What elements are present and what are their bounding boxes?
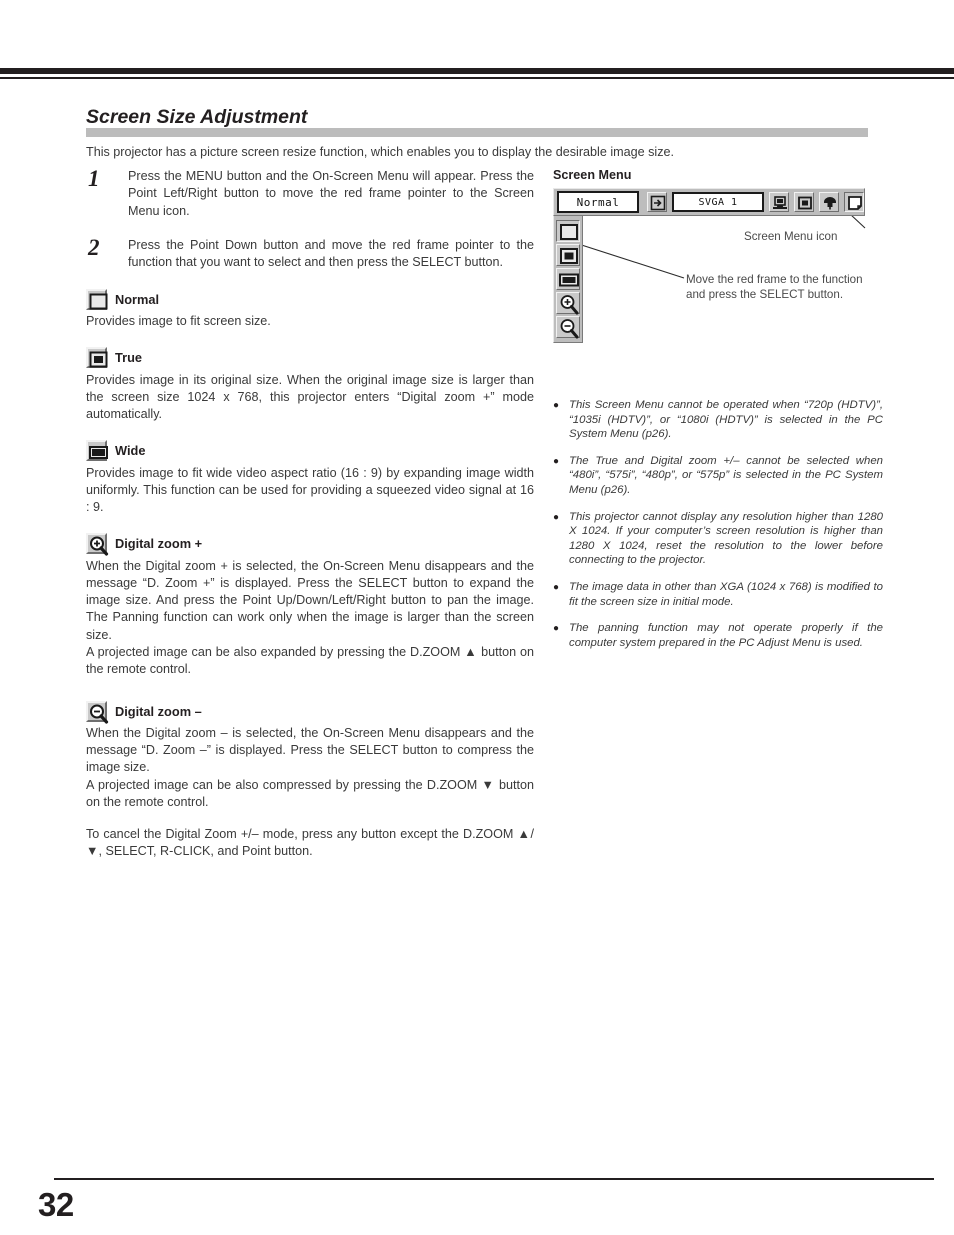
notes-list: ● This Screen Menu cannot be operated wh… [553,398,883,662]
computer-icon[interactable] [769,192,789,212]
bullet-icon: ● [553,400,560,411]
note-text: The True and Digital zoom +/– cannot be … [569,454,883,496]
function-digital-zoom-minus: Digital zoom – When the Digital zoom – i… [86,701,534,861]
paragraph: When the Digital zoom – is selected, the… [86,725,534,775]
function-normal-title: Normal [115,291,160,307]
function-true: True Provides image in its original size… [86,347,534,424]
paragraph: A projected image can be also compressed… [86,777,534,809]
bullet-icon: ● [553,581,560,593]
paragraph: When the Digital zoom + is selected, the… [86,558,534,642]
step-2-text: Press the Point Down button and move the… [128,237,534,270]
function-digital-zoom-plus-header: Digital zoom + [86,533,534,556]
function-normal-body: Provides image to fit screen size. [86,313,534,330]
note-item: ● This projector cannot display any reso… [553,510,883,568]
function-digital-zoom-minus-title: Digital zoom – [115,704,202,720]
note-item: ● The image data in other than XGA (1024… [553,580,883,609]
note-text: This Screen Menu cannot be operated when… [569,399,883,441]
paragraph: Provides image to fit screen size. [86,314,271,329]
note-text: This projector cannot display any resolu… [569,510,883,567]
zoom-out-icon [86,701,109,724]
step-1-text: Press the MENU button and the On-Screen … [128,169,534,218]
screen-menu-diagram: Screen Menu Normal SVGA 1 Screen Menu ic… [553,168,883,348]
annotation-move-red-frame: Move the red frame to the function and p… [686,273,863,301]
paragraph: Provides image in its original size. Whe… [86,372,534,422]
note-text: The panning function may not operate pro… [569,622,883,649]
closing-paragraph: To cancel the Digital Zoom +/– mode, pre… [86,827,534,859]
true-screen-icon [86,347,108,369]
mode-value-box: Normal [557,191,639,213]
function-digital-zoom-plus-body: When the Digital zoom + is selected, the… [86,558,534,679]
zoom-in-icon [86,533,109,556]
function-digital-zoom-plus-title: Digital zoom + [115,536,203,552]
function-true-header: True [86,347,534,369]
function-normal: Normal Provides image to fit screen size… [86,288,534,330]
screen-icon[interactable] [794,192,814,212]
top-rule-thin [0,77,954,79]
heading-underline-bar [86,128,868,137]
page-number: 32 [38,1186,74,1223]
bullet-icon: ● [553,623,560,635]
function-true-title: True [115,350,143,366]
function-wide-header: Wide [86,440,534,462]
note-text: The image data in other than XGA (1024 x… [569,580,883,608]
sidebar-item-wide[interactable] [556,268,580,290]
annotation-screen-menu-icon: Screen Menu icon [744,230,838,243]
function-wide: Wide Provides image to fit wide video as… [86,440,534,517]
sound-icon[interactable] [819,192,839,212]
left-column: 1 Press the MENU button and the On-Scree… [86,166,534,861]
function-digital-zoom-minus-body: When the Digital zoom – is selected, the… [86,725,534,861]
step-1-number: 1 [88,166,100,191]
note-item: ● The panning function may not operate p… [553,621,883,650]
note-item: ● The True and Digital zoom +/– cannot b… [553,454,883,498]
top-rule-thick [0,68,954,74]
screen-menu-icon[interactable] [844,192,864,212]
input-source-icon[interactable] [647,192,667,212]
paragraph: A projected image can be also expanded b… [86,645,534,677]
on-screen-menu-bar: Normal SVGA 1 [553,188,865,216]
function-normal-header: Normal [86,288,534,310]
page-title: Screen Size Adjustment [86,106,308,128]
sidebar-item-digital-zoom-plus[interactable] [556,292,580,315]
screen-menu-sidebar [553,216,583,343]
sidebar-item-true[interactable] [556,244,580,266]
function-digital-zoom-minus-header: Digital zoom – [86,701,534,724]
bullet-icon: ● [553,511,560,523]
footer-rule [54,1178,934,1180]
intro-paragraph: This projector has a picture screen resi… [86,145,675,159]
paragraph: Provides image to fit wide video aspect … [86,465,534,515]
normal-screen-icon [86,288,108,310]
step-2-number: 2 [88,234,100,260]
sidebar-item-normal[interactable] [556,220,580,242]
function-true-body: Provides image in its original size. Whe… [86,372,534,424]
diagram-title: Screen Menu [553,168,632,182]
bullet-icon: ● [553,455,560,467]
sidebar-item-digital-zoom-minus[interactable] [556,316,580,339]
function-wide-body: Provides image to fit wide video aspect … [86,465,534,517]
step-2: 2 Press the Point Down button and move t… [86,234,534,272]
wide-screen-icon [86,440,108,462]
source-value-box: SVGA 1 [672,192,764,212]
function-digital-zoom-plus: Digital zoom + When the Digital zoom + i… [86,533,534,679]
right-column: Screen Menu Normal SVGA 1 Screen Menu ic… [553,168,883,348]
step-1: 1 Press the MENU button and the On-Scree… [86,166,534,220]
note-item: ● This Screen Menu cannot be operated wh… [553,398,883,442]
function-wide-title: Wide [115,443,146,459]
